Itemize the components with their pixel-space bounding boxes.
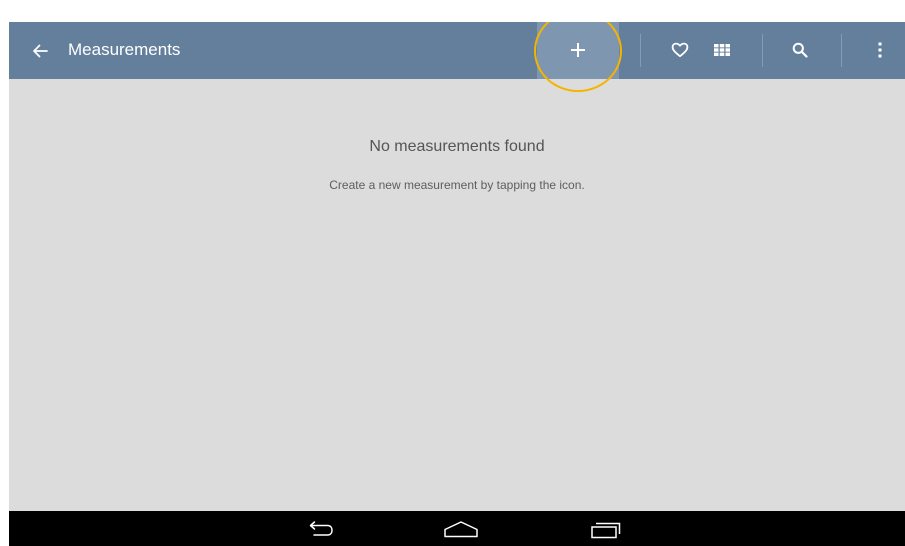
search-icon: [792, 42, 808, 58]
grid-view-button[interactable]: [708, 36, 736, 64]
nav-home-button[interactable]: [443, 518, 479, 540]
toolbar-divider: [762, 34, 763, 67]
arrow-left-icon: [33, 44, 48, 58]
recents-icon: [591, 522, 621, 539]
empty-state-hint: Create a new measurement by tapping the …: [329, 178, 585, 192]
plus-icon: [570, 42, 586, 58]
back-button[interactable]: [27, 38, 53, 64]
page-title: Measurements: [68, 40, 181, 59]
toolbar-divider: [841, 34, 842, 67]
search-button[interactable]: [786, 36, 814, 64]
favorites-button[interactable]: [666, 36, 694, 64]
overflow-menu-button[interactable]: [866, 36, 894, 64]
app-window: Measurements No measurements found Creat…: [9, 22, 905, 546]
toolbar-divider: [640, 34, 641, 67]
add-measurement-button[interactable]: [537, 22, 619, 79]
grid-icon: [714, 44, 730, 56]
heart-outline-icon: [671, 42, 689, 58]
nav-back-button[interactable]: [302, 518, 338, 540]
system-navigation-bar: [9, 511, 905, 546]
back-icon: [309, 521, 333, 536]
nav-recents-button[interactable]: [588, 518, 624, 540]
empty-state-title: No measurements found: [369, 138, 545, 155]
home-icon: [444, 521, 478, 538]
app-bar: Measurements: [9, 22, 905, 92]
more-vertical-icon: [878, 42, 882, 58]
